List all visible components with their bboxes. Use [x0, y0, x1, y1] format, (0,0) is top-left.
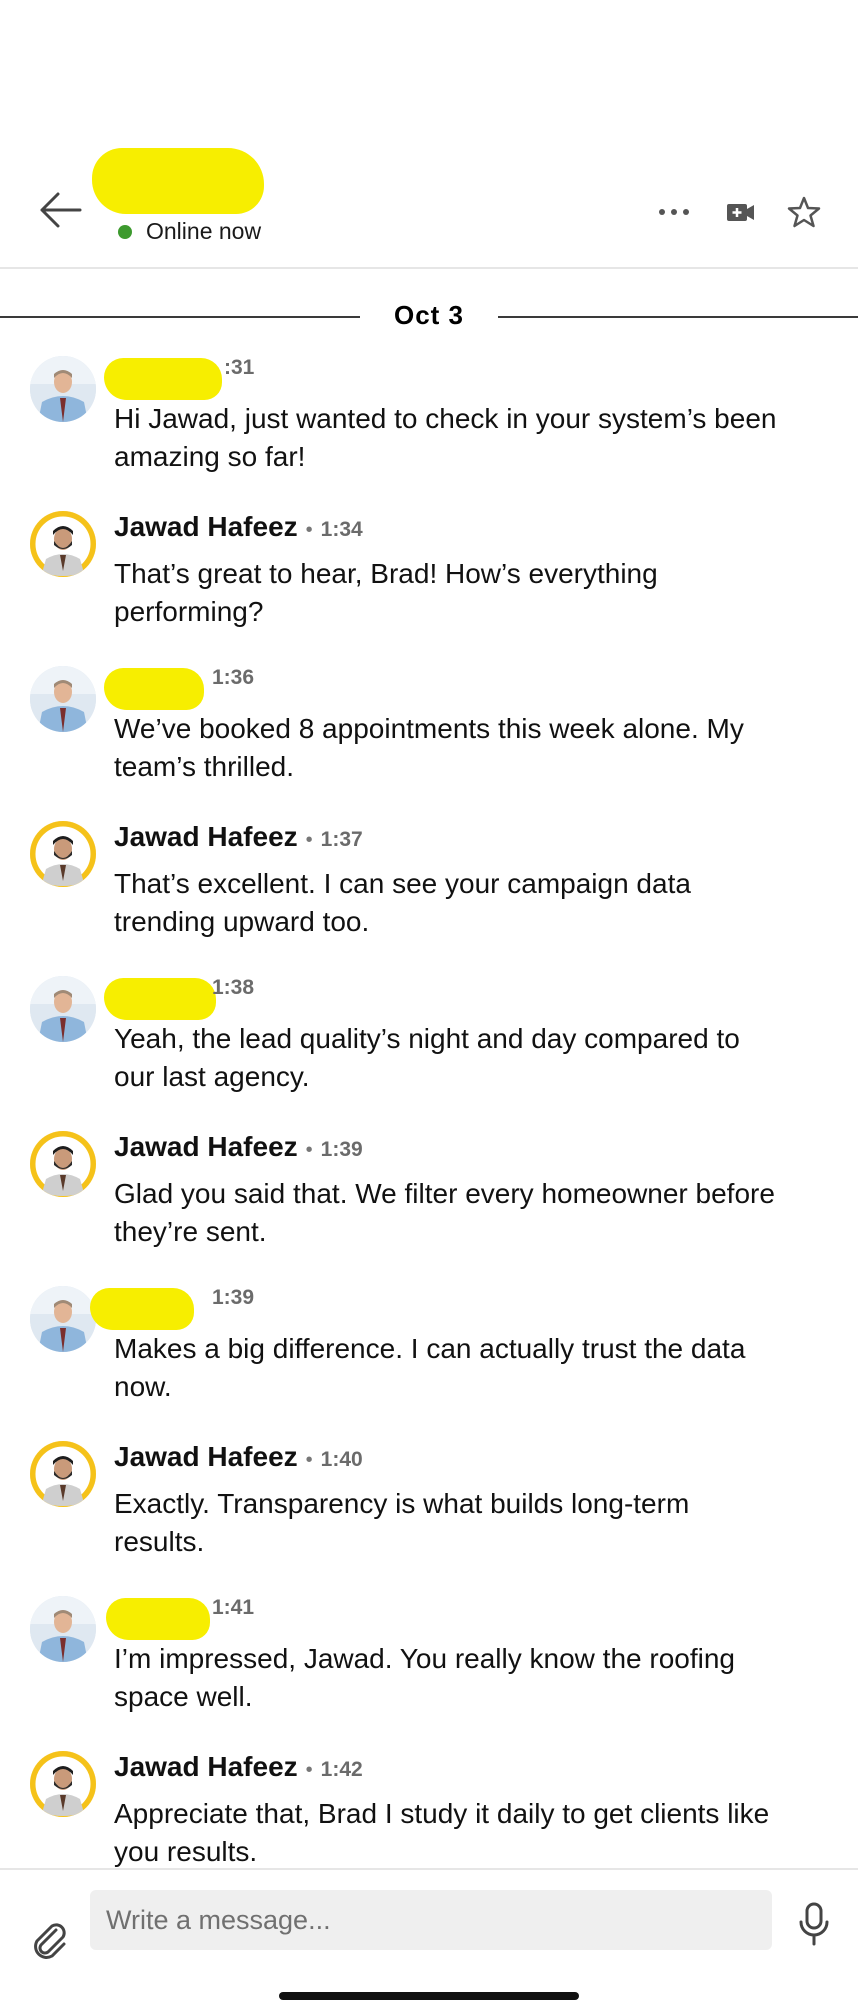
message-text: Makes a big difference. I can actually t… — [114, 1333, 746, 1402]
message-meta: 1:36 — [212, 666, 254, 702]
message-time: 1:41 — [212, 1596, 255, 1619]
redacted-contact-name[interactable] — [92, 148, 264, 214]
avatar[interactable] — [30, 821, 96, 887]
message-text: I’m impressed, Jawad. You really know th… — [114, 1643, 735, 1712]
online-dot-icon — [118, 224, 132, 239]
message-item: :31 Hi Jawad, just wanted to check in you… — [0, 356, 858, 496]
redacted-sender-name[interactable] — [104, 668, 204, 710]
online-status-text: Online now — [146, 218, 262, 244]
avatar[interactable] — [30, 1286, 96, 1352]
redacted-sender-name[interactable] — [90, 1288, 194, 1330]
message-item: Jawad Hafeez • 1:39 Glad you said that. We … — [0, 1131, 858, 1271]
message-input[interactable] — [90, 1890, 772, 1950]
message-time: :31 — [224, 356, 255, 379]
separator-dot: • — [305, 1759, 313, 1781]
sender-name[interactable]: Jawad Hafeez — [114, 511, 298, 543]
message-text: That’s excellent. I can see your campaig… — [114, 868, 691, 937]
avatar[interactable] — [30, 1441, 96, 1507]
message-meta: 1:41 — [212, 1596, 254, 1632]
message-text: Glad you said that. We filter every home… — [114, 1178, 775, 1247]
message-text: Hi Jawad, just wanted to check in your s… — [114, 403, 777, 472]
separator-dot: • — [305, 1139, 313, 1161]
redacted-sender-name[interactable] — [106, 1598, 210, 1640]
avatar[interactable] — [30, 511, 96, 577]
separator-dot: • — [305, 829, 313, 851]
avatar[interactable] — [30, 666, 96, 732]
back-arrow-icon[interactable] — [36, 188, 84, 232]
message-meta: Jawad Hafeez • 1:34 — [114, 511, 363, 547]
message-item: 1:36 We’ve booked 8 appointments this wee… — [0, 666, 858, 806]
message-time: 1:34 — [320, 518, 363, 541]
message-text: That’s great to hear, Brad! How’s everyt… — [114, 558, 658, 627]
message-text: We’ve booked 8 appointments this week al… — [114, 713, 744, 782]
avatar[interactable] — [30, 976, 96, 1042]
message-meta: Jawad Hafeez • 1:40 — [114, 1441, 363, 1477]
message-item: 1:41 I’m impressed, Jawad. You really kno… — [0, 1596, 858, 1736]
message-meta: Jawad Hafeez • 1:42 — [114, 1751, 363, 1787]
message-time: 1:37 — [320, 828, 363, 851]
sender-name[interactable]: Jawad Hafeez — [114, 1751, 298, 1783]
paperclip-icon[interactable] — [28, 1918, 72, 1962]
sender-name[interactable]: Jawad Hafeez — [114, 1131, 298, 1163]
avatar[interactable] — [30, 1596, 96, 1662]
sender-name[interactable]: Jawad Hafeez — [114, 821, 298, 853]
more-options-icon[interactable] — [654, 192, 694, 232]
message-text: Exactly. Transparency is what builds lon… — [114, 1488, 690, 1557]
avatar[interactable] — [30, 1131, 96, 1197]
online-status: Online now — [118, 218, 261, 245]
message-item: Jawad Hafeez • 1:40 Exactly. Transparency i… — [0, 1441, 858, 1581]
date-separator: Oct 3 — [0, 300, 858, 334]
message-meta: 1:39 — [212, 1286, 254, 1322]
message-composer — [0, 1868, 858, 2016]
date-label: Oct 3 — [367, 300, 491, 330]
sender-name[interactable]: Jawad Hafeez — [114, 1441, 298, 1473]
home-indicator — [279, 1992, 579, 2000]
message-text: Yeah, the lead quality’s night and day c… — [114, 1023, 740, 1092]
redacted-sender-name[interactable] — [104, 978, 216, 1020]
message-meta: 1:38 — [212, 976, 254, 1012]
message-time: 1:36 — [212, 666, 255, 689]
message-meta: :31 — [224, 356, 254, 392]
video-call-icon[interactable] — [720, 192, 760, 232]
redacted-sender-name[interactable] — [104, 358, 222, 400]
message-time: 1:39 — [320, 1138, 363, 1161]
message-meta: Jawad Hafeez • 1:39 — [114, 1131, 363, 1167]
message-time: 1:38 — [212, 976, 255, 999]
separator-dot: • — [305, 519, 313, 541]
message-time: 1:42 — [320, 1758, 363, 1781]
star-icon[interactable] — [784, 192, 824, 232]
message-meta: Jawad Hafeez • 1:37 — [114, 821, 363, 857]
conversation-header: Online now — [0, 0, 858, 269]
avatar[interactable] — [30, 356, 96, 422]
message-time: 1:40 — [320, 1448, 363, 1471]
message-item: Jawad Hafeez • 1:34 That’s great to hear, B… — [0, 511, 858, 651]
message-time: 1:39 — [212, 1286, 255, 1309]
separator-dot: • — [305, 1449, 313, 1471]
message-item: 1:39 Makes a big difference. I can actual… — [0, 1286, 858, 1426]
microphone-icon[interactable] — [796, 1900, 832, 1948]
avatar[interactable] — [30, 1751, 96, 1817]
message-item: Jawad Hafeez • 1:37 That’s excellent. I can… — [0, 821, 858, 961]
message-text: Appreciate that, Brad I study it daily t… — [114, 1798, 770, 1867]
message-item: 1:38 Yeah, the lead quality’s night and d… — [0, 976, 858, 1116]
